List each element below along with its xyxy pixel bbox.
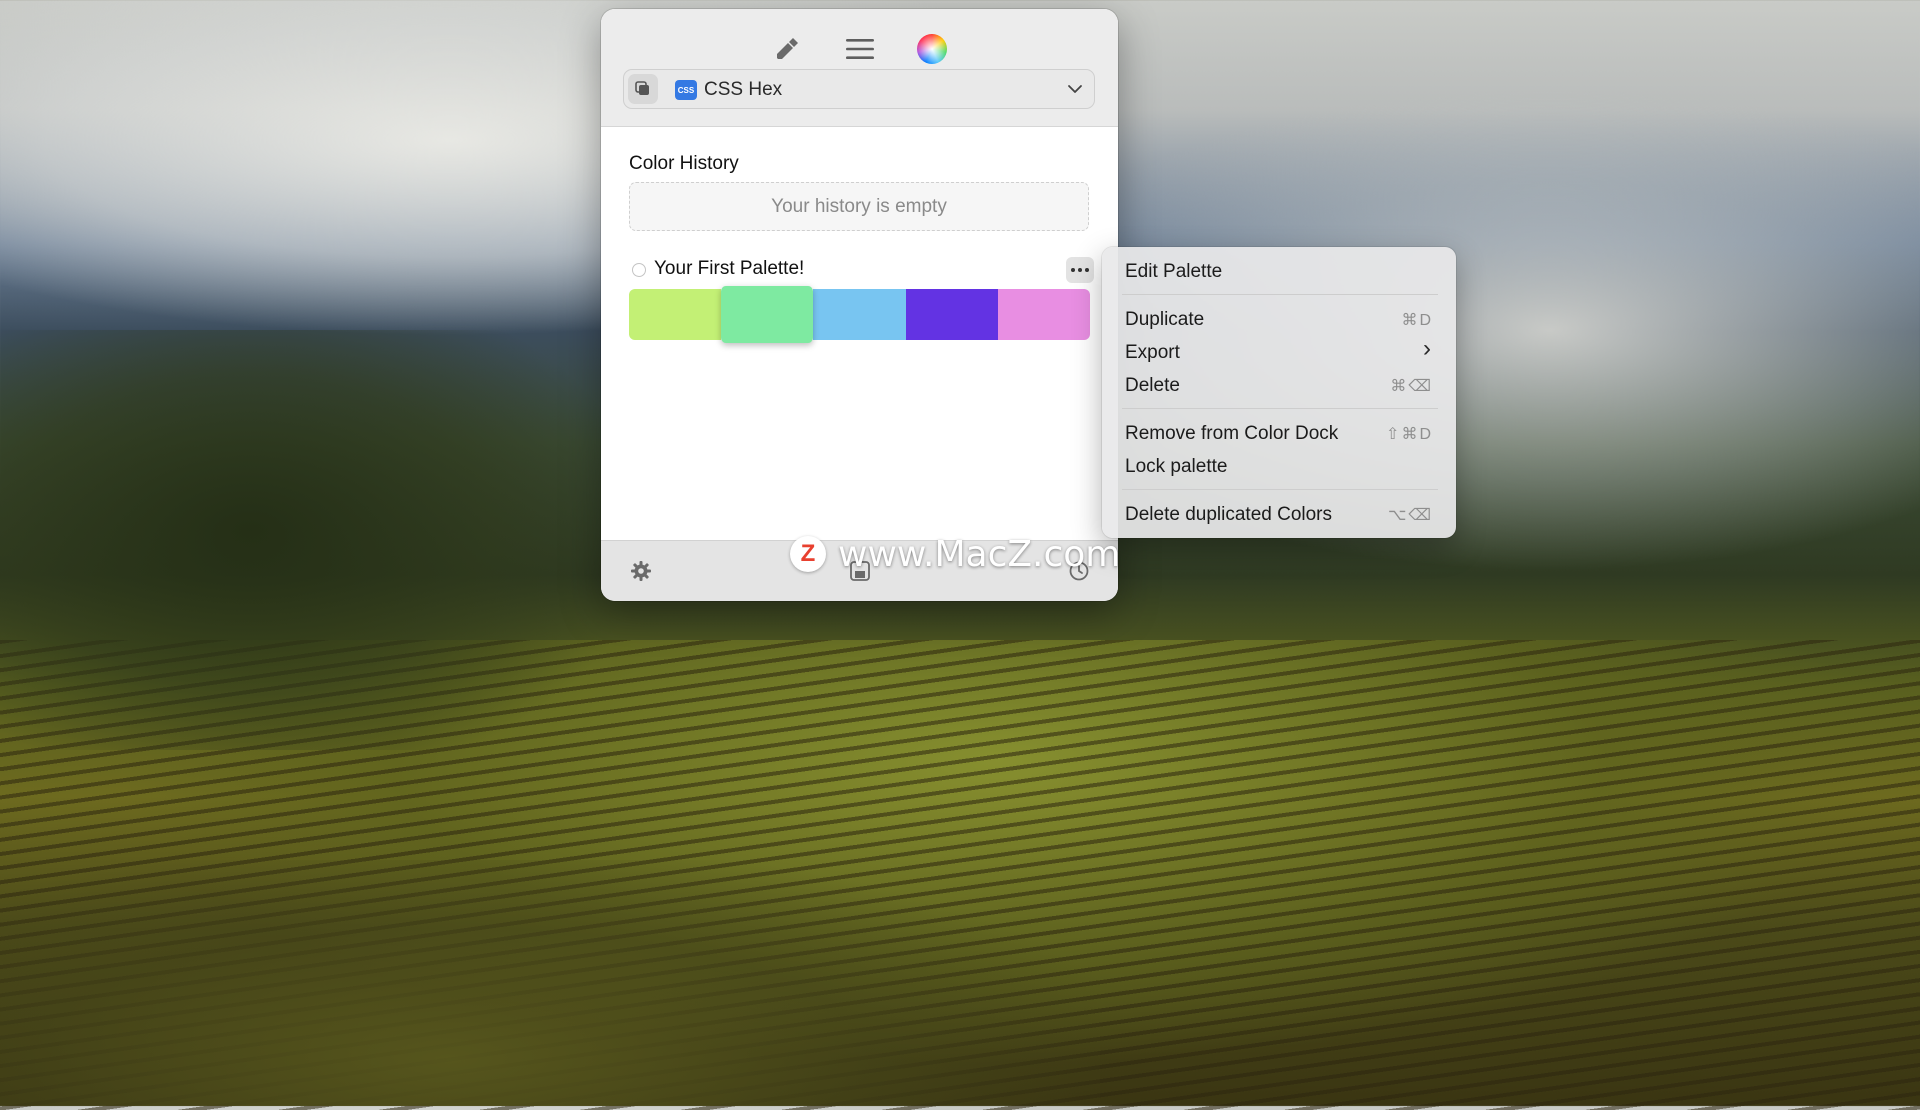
color-picker-panel: CSS CSS Hex Color History Your history i… [601, 9, 1118, 601]
watermark-text: www.MacZ.com [838, 533, 1121, 575]
menu-item-edit-palette[interactable]: Edit Palette [1113, 257, 1445, 287]
menu-item-remove-from-dock[interactable]: Remove from Color Dock ⇧⌘D [1113, 419, 1445, 449]
menu-item-shortcut: ⌥⌫ [1387, 507, 1433, 524]
color-swatch[interactable] [813, 289, 906, 340]
format-dropdown[interactable]: CSS CSS Hex [623, 69, 1095, 109]
palette-select-radio[interactable] [632, 263, 646, 277]
history-empty-box: Your history is empty [629, 182, 1089, 231]
palette-name[interactable]: Your First Palette! [654, 258, 804, 280]
menu-item-label: Remove from Color Dock [1125, 423, 1339, 444]
panel-header: CSS CSS Hex [601, 9, 1118, 127]
toolbar [601, 23, 1118, 75]
gear-icon[interactable] [629, 559, 653, 583]
watermark: Z www.MacZ.com [790, 532, 1120, 576]
list-icon[interactable] [840, 29, 880, 69]
menu-item-duplicate[interactable]: Duplicate ⌘D [1113, 305, 1445, 335]
chevron-right-icon: › [1423, 335, 1433, 362]
menu-divider [1122, 489, 1438, 490]
format-label: CSS Hex [704, 79, 783, 100]
palette-context-menu: Edit Palette Duplicate ⌘D Export › Delet… [1102, 247, 1456, 538]
copy-icon[interactable] [628, 74, 658, 104]
menu-divider [1122, 294, 1438, 295]
chevron-down-icon [1066, 80, 1084, 103]
menu-item-label: Duplicate [1125, 309, 1205, 330]
color-swatch[interactable] [721, 285, 814, 344]
color-wheel-icon[interactable] [912, 29, 952, 69]
menu-item-label: Export [1125, 342, 1180, 363]
history-empty-text: Your history is empty [771, 195, 947, 217]
menu-divider [1122, 408, 1438, 409]
menu-item-shortcut: ⌘⌫ [1390, 378, 1433, 395]
menu-item-export[interactable]: Export › [1113, 335, 1445, 368]
color-swatch[interactable] [629, 289, 722, 340]
more-dot-icon [1078, 268, 1082, 272]
palette-swatches [629, 285, 1091, 344]
eyedropper-icon[interactable] [767, 29, 807, 69]
menu-item-shortcut: ⌘D [1401, 312, 1433, 329]
menu-item-lock-palette[interactable]: Lock palette [1113, 452, 1445, 482]
color-swatch[interactable] [905, 289, 998, 340]
menu-item-label: Delete [1125, 375, 1180, 396]
watermark-logo-icon: Z [790, 536, 826, 572]
color-swatch[interactable] [997, 289, 1091, 340]
menu-item-delete[interactable]: Delete ⌘⌫ [1113, 371, 1445, 401]
more-dot-icon [1071, 268, 1075, 272]
menu-item-label: Lock palette [1125, 456, 1228, 477]
menu-item-shortcut: ⇧⌘D [1386, 426, 1433, 443]
menu-item-label: Delete duplicated Colors [1125, 504, 1333, 525]
menu-item-delete-duplicates[interactable]: Delete duplicated Colors ⌥⌫ [1113, 500, 1445, 530]
more-dot-icon [1085, 268, 1089, 272]
more-options-button[interactable] [1066, 257, 1094, 283]
color-history-title: Color History [629, 153, 739, 174]
desktop-trees [0, 330, 620, 750]
css-format-icon: CSS [675, 80, 697, 100]
desktop-trees-foreground [0, 860, 1100, 1106]
menu-item-label: Edit Palette [1125, 261, 1223, 282]
